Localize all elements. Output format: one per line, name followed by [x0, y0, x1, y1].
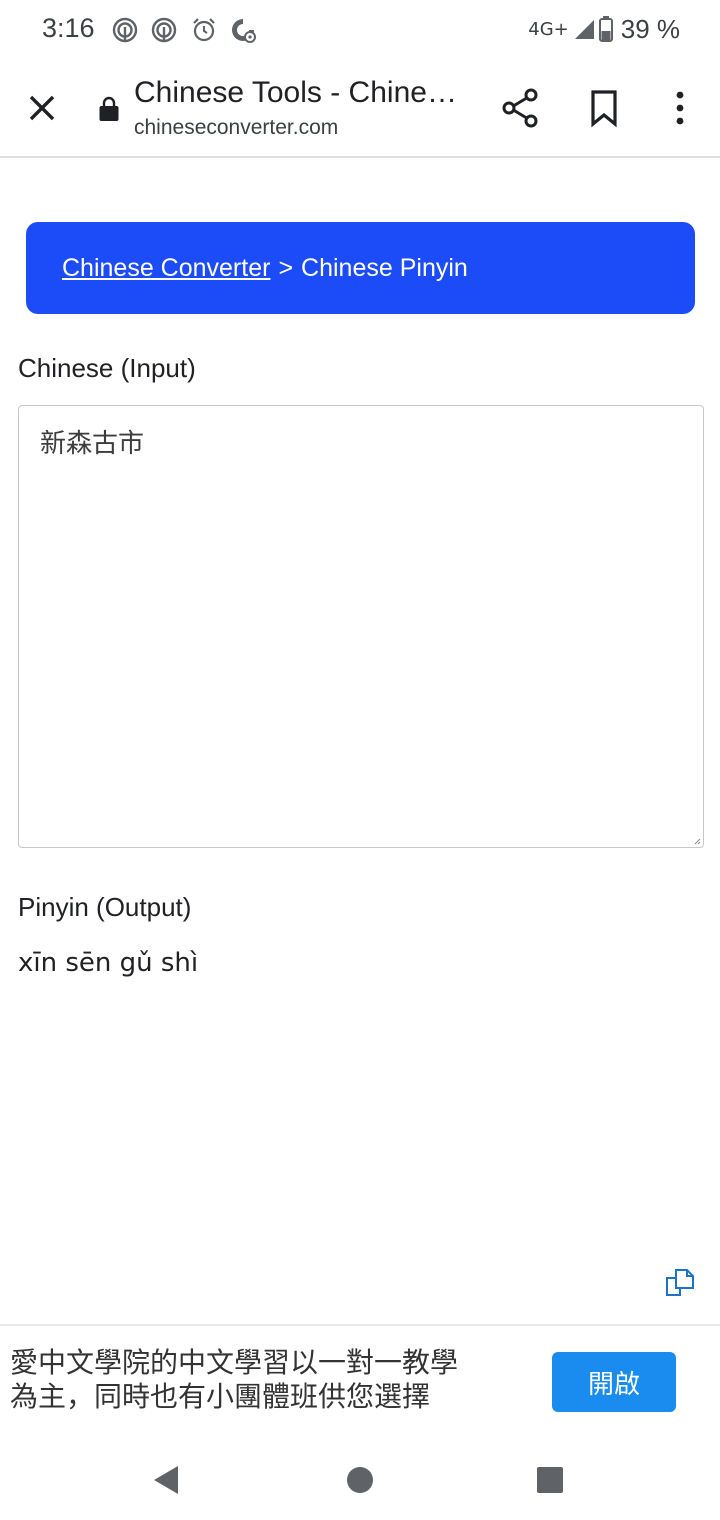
- pinyin-output: xīn sēn gǔ shì: [18, 948, 199, 978]
- ad-banner[interactable]: 愛中文學院的中文學習以一對一教學 為主，同時也有小團體班供您選擇 開啟: [0, 1324, 720, 1440]
- network-label: 4G+: [528, 18, 569, 40]
- status-right: 4G+ 39 %: [528, 14, 680, 44]
- bookmark-icon[interactable]: [580, 84, 628, 132]
- battery-percent: 39 %: [620, 13, 680, 44]
- close-icon[interactable]: [20, 86, 64, 130]
- share-icon[interactable]: [496, 84, 544, 132]
- status-bar: 3:16 4G+ 39 %: [0, 0, 720, 60]
- more-vert-icon[interactable]: [656, 84, 704, 132]
- ad-text: 愛中文學院的中文學習以一對一教學 為主，同時也有小團體班供您選擇: [10, 1346, 520, 1414]
- status-time: 3:16: [42, 13, 95, 43]
- alarm-icon: [193, 18, 215, 42]
- input-label: Chinese (Input): [18, 353, 196, 383]
- battery-icon: [598, 16, 613, 42]
- lock-icon: [99, 96, 119, 121]
- ad-open-button[interactable]: 開啟: [552, 1352, 676, 1412]
- data-saver-icon: [232, 19, 256, 43]
- resize-grip-icon[interactable]: [693, 837, 701, 845]
- breadcrumb-link-chinese-converter[interactable]: Chinese Converter: [62, 254, 270, 282]
- back-icon[interactable]: [148, 1460, 188, 1500]
- breadcrumb-separator: >: [278, 253, 294, 282]
- screen: 3:16 4G+ 39 % Chinese Tools - Chine… chi…: [0, 0, 720, 1520]
- custom-tab-toolbar: Chinese Tools - Chine… chineseconverter.…: [0, 60, 720, 158]
- breadcrumb-inner: Chinese Converter > Chinese Pinyin: [62, 254, 468, 283]
- breadcrumb: Chinese Converter > Chinese Pinyin: [26, 222, 695, 314]
- output-label: Pinyin (Output): [18, 892, 192, 922]
- input-value: 新森古市: [40, 429, 145, 459]
- breadcrumb-current: Chinese Pinyin: [301, 253, 468, 282]
- signal-radar-icon: [151, 17, 177, 43]
- system-nav-bar: [0, 1438, 720, 1520]
- home-icon[interactable]: [340, 1460, 380, 1500]
- cell-signal-icon: [574, 20, 594, 39]
- chinese-input-textarea[interactable]: 新森古市: [18, 405, 704, 848]
- page-url[interactable]: chineseconverter.com: [134, 116, 338, 140]
- copy-icon[interactable]: [664, 1266, 696, 1298]
- recents-icon[interactable]: [530, 1460, 570, 1500]
- ad-text-line-2: 為主，同時也有小團體班供您選擇: [10, 1380, 431, 1413]
- page-title: Chinese Tools - Chine…: [134, 76, 457, 109]
- ad-text-line-1: 愛中文學院的中文學習以一對一教學: [10, 1346, 459, 1379]
- signal-radar-icon: [112, 17, 138, 43]
